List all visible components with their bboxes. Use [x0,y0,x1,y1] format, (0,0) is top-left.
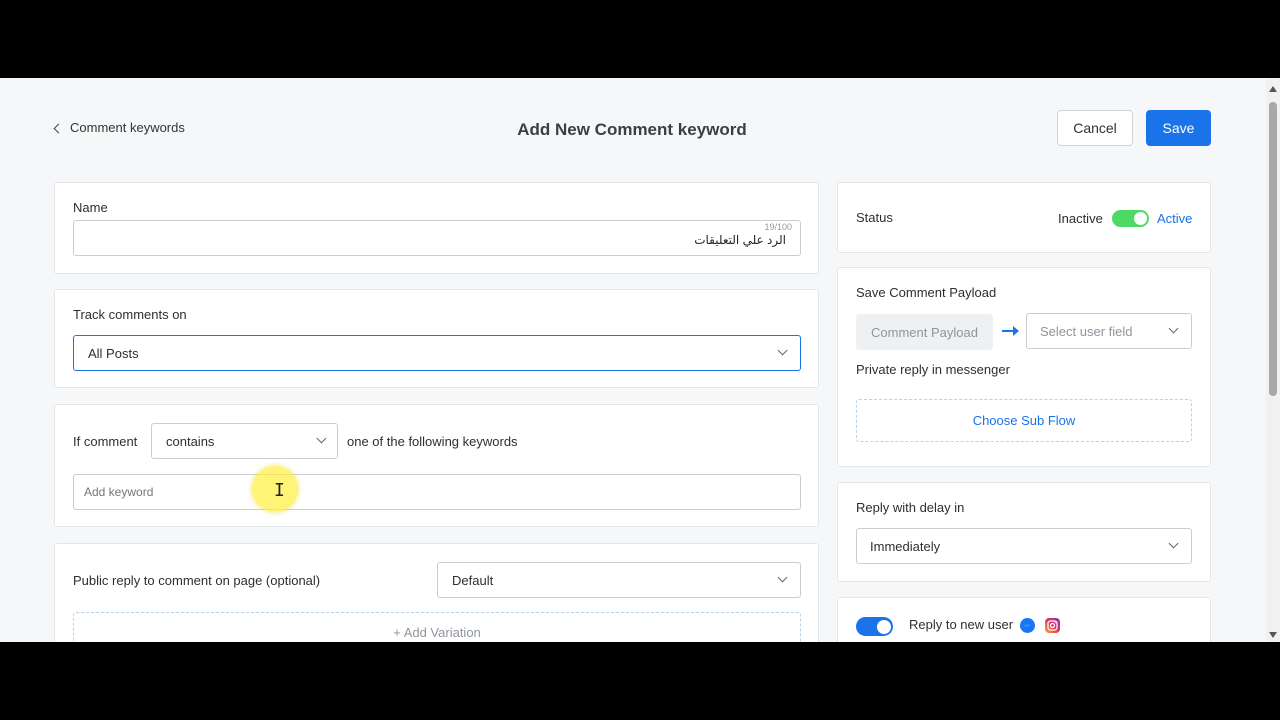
save-button[interactable]: Save [1146,110,1211,146]
status-card: Status Inactive Active [837,182,1211,253]
save-payload-label: Save Comment Payload [856,285,997,300]
track-comments-label: Track comments on [73,307,187,322]
messenger-icon [1020,618,1035,633]
user-field-placeholder: Select user field [1040,324,1133,339]
name-label: Name [73,200,108,215]
name-input-value: الرد علي التعليقات [694,233,786,247]
choose-subflow-button[interactable]: Choose Sub Flow [856,399,1192,442]
reply-new-user-label: Reply to new user [909,617,1014,632]
public-reply-card: Public reply to comment on page (optiona… [54,543,819,642]
active-label: Active [1157,211,1193,226]
chevron-down-icon [777,345,788,356]
name-char-counter: 19/100 [764,222,792,232]
chevron-down-icon [1168,538,1179,549]
if-comment-label: If comment [73,434,138,449]
status-label: Status [856,210,893,225]
track-comments-select[interactable]: All Posts [73,335,801,371]
text-cursor-icon: I [274,480,285,501]
scroll-up-icon[interactable] [1269,86,1277,92]
condition-value: contains [166,434,215,449]
add-variation-label: + Add Variation [393,624,481,640]
cancel-button[interactable]: Cancel [1057,110,1133,146]
reply-new-user-toggle[interactable] [856,617,893,636]
delay-card: Reply with delay in Immediately [837,482,1211,582]
status-toggle[interactable] [1112,210,1149,227]
delay-select[interactable]: Immediately [856,528,1192,564]
chevron-down-icon [777,572,788,583]
payload-card: Save Comment Payload Comment Payload Sel… [837,267,1211,467]
toggle-knob [1134,212,1147,225]
public-reply-select[interactable]: Default [437,562,801,598]
delay-value: Immediately [870,539,941,554]
keyword-input[interactable] [73,474,801,510]
scrollbar[interactable] [1266,78,1280,642]
scroll-down-icon[interactable] [1269,632,1277,638]
letterbox-top [0,0,1280,78]
add-variation-button[interactable]: + Add Variation [73,612,801,642]
toggle-knob [877,619,891,634]
arrow-right-icon [1002,326,1019,336]
track-comments-value: All Posts [88,346,139,361]
condition-select[interactable]: contains [151,423,338,459]
chevron-down-icon [316,433,327,444]
scrollbar-thumb[interactable] [1269,102,1277,396]
choose-subflow-label: Choose Sub Flow [972,413,1076,428]
private-reply-label: Private reply in messenger [856,362,1010,377]
name-input[interactable]: 19/100 الرد علي التعليقات [73,220,801,256]
letterbox-bottom [0,642,1280,720]
instagram-icon [1045,618,1060,633]
app-viewport: Comment keywords Add New Comment keyword… [0,78,1280,642]
name-card: Name 19/100 الرد علي التعليقات [54,182,819,274]
new-user-card: Reply to new user [837,597,1211,642]
public-reply-value: Default [452,573,494,588]
delay-label: Reply with delay in [856,500,965,515]
inactive-label: Inactive [1058,211,1103,226]
keyword-card: If comment contains one of the following… [54,404,819,527]
public-reply-label: Public reply to comment on page (optiona… [73,573,321,588]
track-comments-card: Track comments on All Posts [54,289,819,388]
chevron-down-icon [1168,323,1179,334]
user-field-select[interactable]: Select user field [1026,313,1192,349]
comment-payload-button[interactable]: Comment Payload [856,314,993,350]
keywords-suffix-label: one of the following keywords [347,434,518,449]
